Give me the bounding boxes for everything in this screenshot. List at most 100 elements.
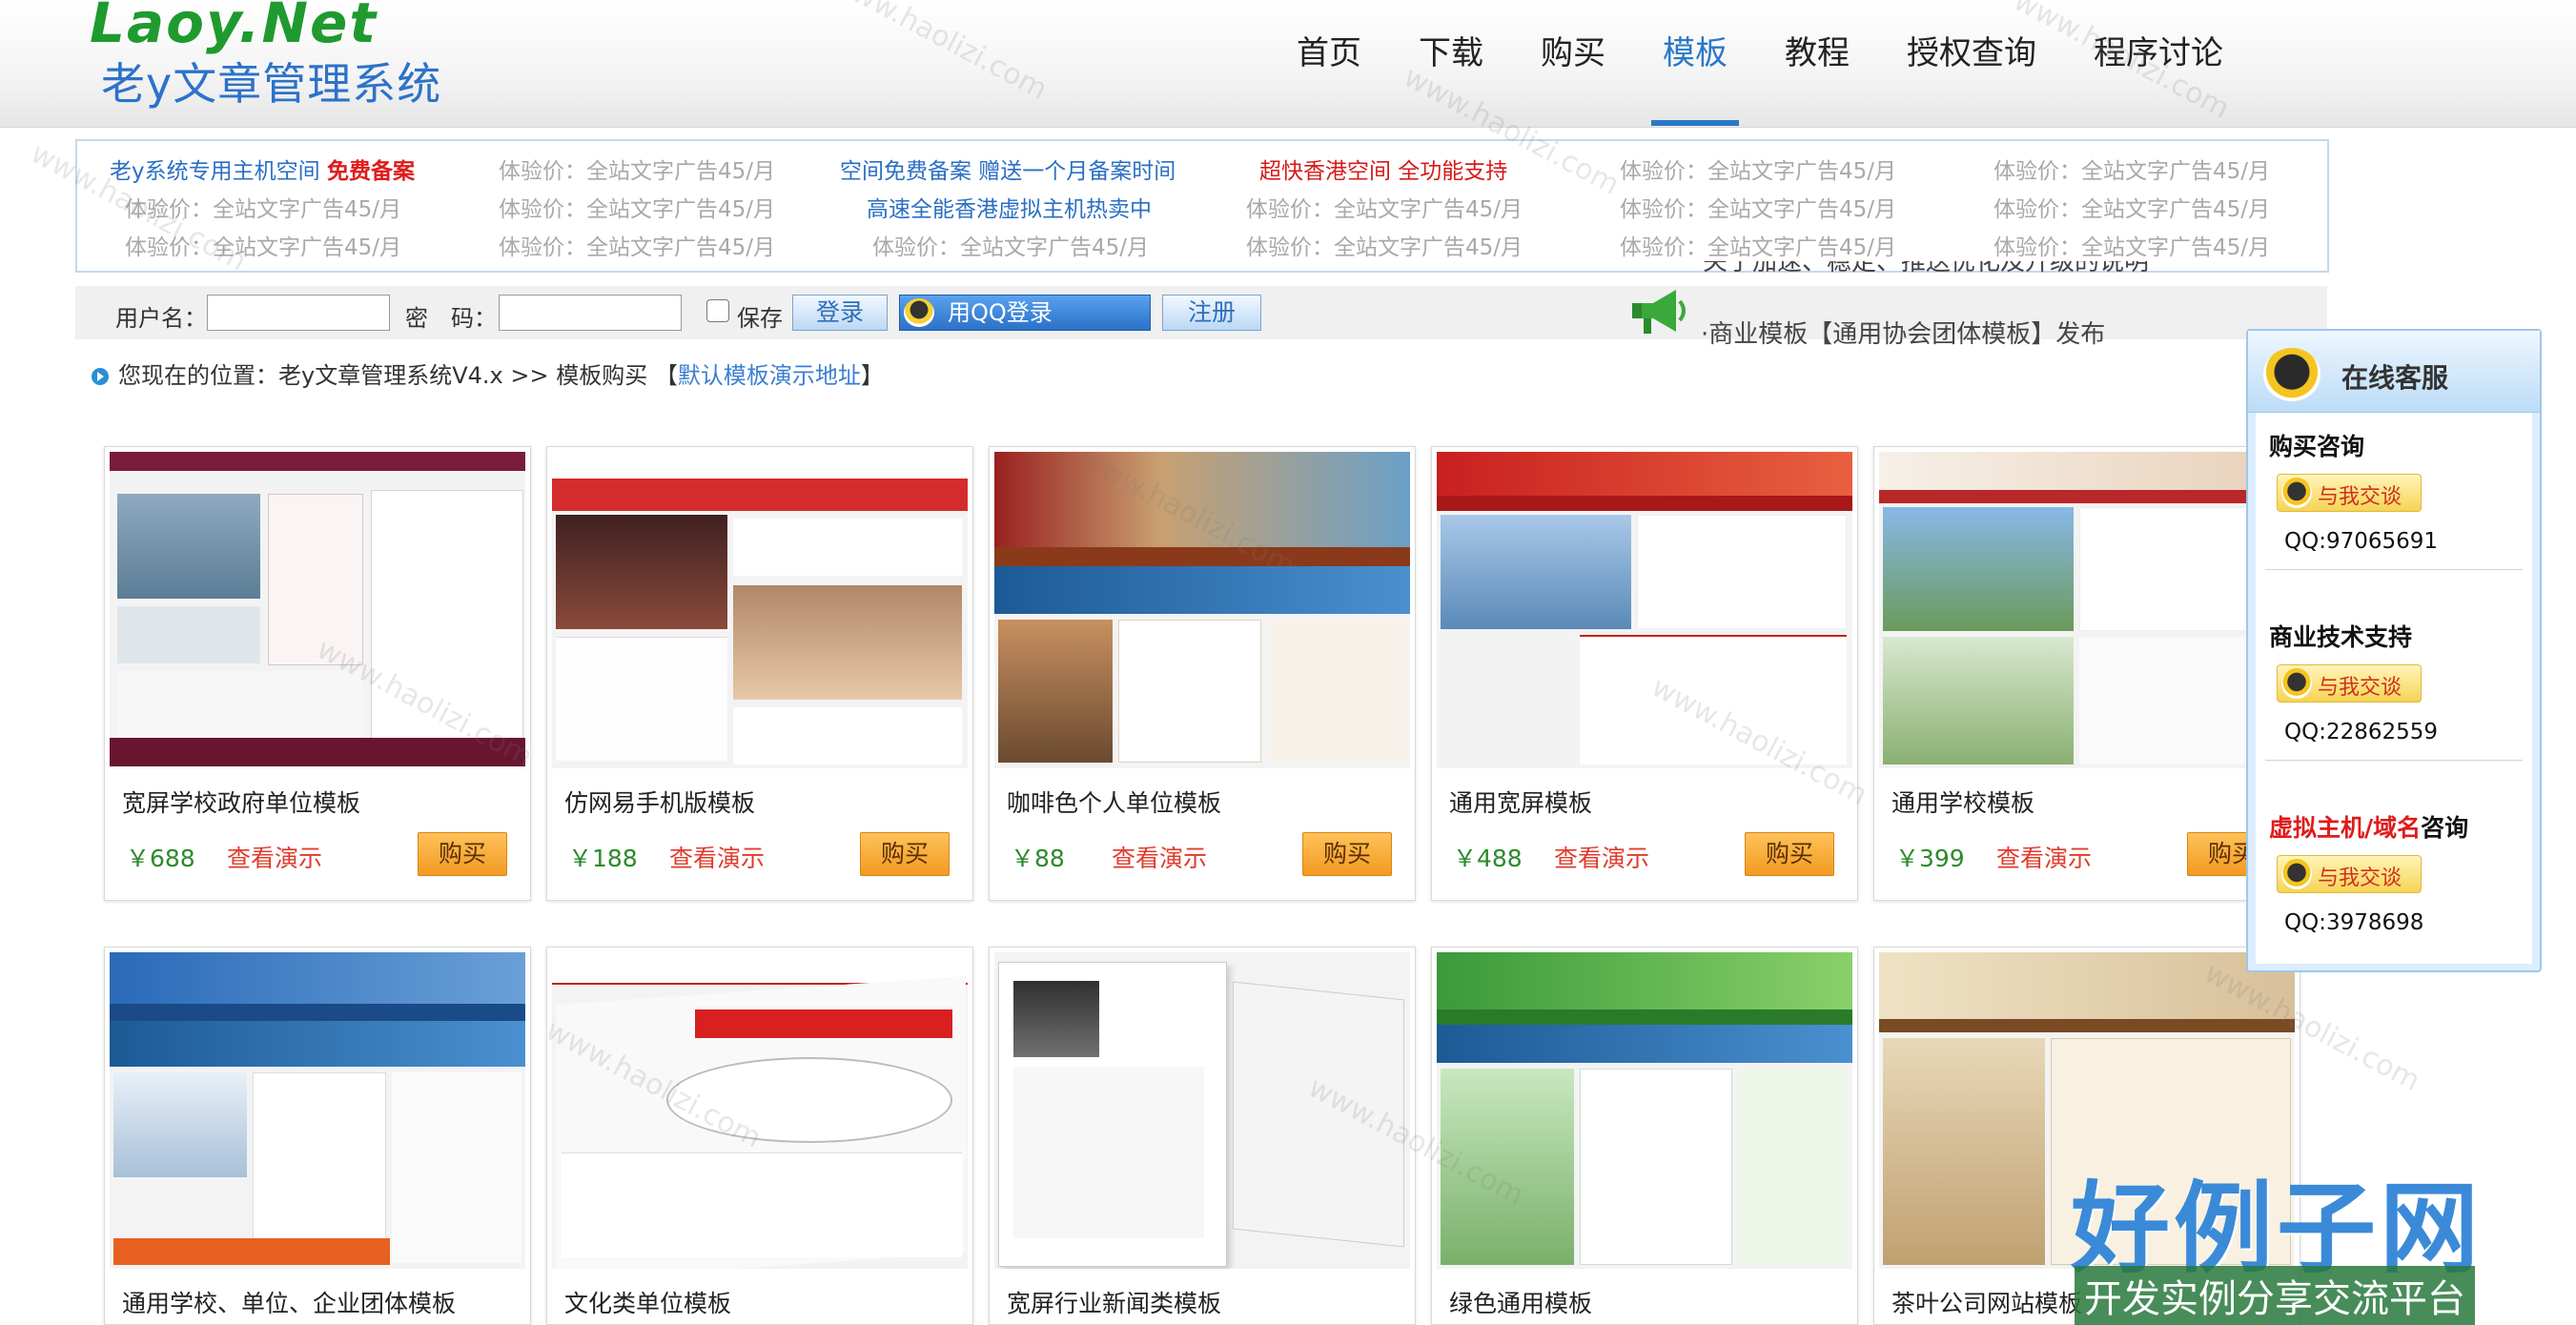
service-qq-number: QQ:97065691	[2284, 529, 2439, 554]
brand-watermark: 好例子网 开发实例分享交流平台	[2071, 1148, 2500, 1325]
template-thumbnail[interactable]	[552, 952, 968, 1269]
view-demo-link[interactable]: 查看演示	[1554, 840, 1649, 874]
qq-face-icon	[2281, 859, 2312, 889]
nav-buy[interactable]: 购买	[1512, 0, 1634, 128]
buy-button[interactable]: 购买	[860, 832, 950, 876]
template-thumbnail[interactable]	[1437, 952, 1852, 1269]
online-service-panel: 在线客服 购买咨询 与我交谈 QQ:97065691 商业技术支持 与我交谈 Q…	[2246, 329, 2542, 972]
template-thumbnail[interactable]	[552, 452, 968, 768]
nav-tutorials[interactable]: 教程	[1756, 0, 1878, 128]
chat-with-me-button[interactable]: 与我交谈	[2277, 474, 2422, 512]
logo-text-cn: 老y文章管理系统	[101, 58, 442, 110]
ad-link[interactable]: 空间免费备案 赠送一个月备案时间	[840, 153, 1176, 185]
ad-link[interactable]: 体验价：全站文字广告45/月	[1620, 229, 1896, 261]
ad-link[interactable]: 体验价：全站文字广告45/月	[1246, 229, 1523, 261]
buy-button[interactable]: 购买	[1745, 832, 1834, 876]
view-demo-link[interactable]: 查看演示	[1996, 840, 2092, 874]
template-title[interactable]: 通用学校模板	[1891, 785, 2034, 819]
chat-with-me-button[interactable]: 与我交谈	[2277, 664, 2422, 703]
template-thumbnail[interactable]	[994, 452, 1410, 768]
username-label: 用户名：	[115, 305, 207, 332]
login-button[interactable]: 登录	[792, 295, 888, 331]
ad-link[interactable]: 体验价：全站文字广告45/月	[872, 229, 1149, 261]
site-logo[interactable]: Laoy.Net 老y文章管理系统	[88, 0, 469, 114]
nav-download[interactable]: 下载	[1390, 0, 1512, 128]
view-demo-link[interactable]: 查看演示	[669, 840, 765, 874]
template-title[interactable]: 咖啡色个人单位模板	[1007, 785, 1221, 819]
buy-button[interactable]: 购买	[1302, 832, 1392, 876]
ad-link[interactable]: 超快香港空间 全功能支持	[1259, 153, 1507, 185]
service-group-name: 购买咨询	[2269, 433, 2365, 460]
ad-text: 老y系统专用主机空间	[110, 159, 327, 184]
demo-address-link[interactable]: 默认模板演示地址	[678, 362, 861, 389]
template-price: ￥488	[1453, 845, 1523, 872]
megaphone-icon	[1632, 290, 1686, 334]
qq-face-icon	[2281, 668, 2312, 699]
template-title[interactable]: 仿网易手机版模板	[564, 785, 755, 819]
remember-checkbox[interactable]	[706, 299, 729, 322]
ad-link[interactable]: 体验价：全站文字广告45/月	[499, 229, 775, 261]
template-thumbnail[interactable]	[1437, 452, 1852, 768]
template-card: 仿网易手机版模板 ￥188 查看演示 购买	[546, 446, 973, 901]
template-title[interactable]: 通用学校、单位、企业团体模板	[122, 1285, 456, 1319]
ad-link[interactable]: 体验价：全站文字广告45/月	[125, 229, 401, 261]
view-demo-link[interactable]: 查看演示	[1112, 840, 1207, 874]
template-thumbnail[interactable]	[110, 452, 525, 768]
ad-link[interactable]: 体验价：全站文字广告45/月	[1993, 153, 2270, 185]
ad-link[interactable]: 老y系统专用主机空间 免费备案	[110, 153, 415, 185]
view-demo-link[interactable]: 查看演示	[227, 840, 322, 874]
ad-link[interactable]: 体验价：全站文字广告45/月	[1993, 191, 2270, 223]
nav-license-query[interactable]: 授权查询	[1878, 0, 2065, 128]
ad-link[interactable]: 体验价：全站文字广告45/月	[499, 153, 775, 185]
notice-item[interactable]: 关于加速、稳定、推送优化及升级的说明	[1703, 261, 2149, 280]
notice-item[interactable]: ·商业模板【通用协会团体模板】发布	[1701, 315, 2105, 350]
brand-watermark-subtitle: 开发实例分享交流平台	[2075, 1266, 2475, 1325]
template-title[interactable]: 宽屏行业新闻类模板	[1007, 1285, 1221, 1319]
service-qq-number: QQ:3978698	[2284, 910, 2424, 935]
ad-link[interactable]: 体验价：全站文字广告45/月	[1620, 153, 1896, 185]
ad-link[interactable]: 体验价：全站文字广告45/月	[1246, 191, 1523, 223]
ad-highlight: 免费备案	[326, 159, 415, 184]
service-group-name-rest: 咨询	[2421, 814, 2469, 842]
ad-link[interactable]: 高速全能香港虚拟主机热卖中	[867, 191, 1152, 223]
register-button[interactable]: 注册	[1162, 295, 1261, 331]
nav-home[interactable]: 首页	[1268, 0, 1390, 128]
password-input[interactable]	[499, 295, 682, 331]
template-thumbnail[interactable]	[994, 952, 1410, 1269]
template-card: 通用宽屏模板 ￥488 查看演示 购买	[1431, 446, 1858, 901]
buy-button[interactable]: 购买	[418, 832, 507, 876]
qq-face-icon	[2281, 478, 2312, 508]
template-title[interactable]: 通用宽屏模板	[1449, 785, 1592, 819]
template-title[interactable]: 宽屏学校政府单位模板	[122, 785, 360, 819]
template-title[interactable]: 茶叶公司网站模板	[1891, 1285, 2082, 1319]
template-card: 通用学校模板 ￥399 查看演示 购买	[1873, 446, 2300, 901]
template-thumbnail[interactable]	[1879, 452, 2295, 768]
nav-forum[interactable]: 程序讨论	[2065, 0, 2252, 128]
text-ad-box: 老y系统专用主机空间 免费备案 体验价：全站文字广告45/月 空间免费备案 赠送…	[75, 139, 2329, 273]
qq-login-button[interactable]: 用QQ登录	[899, 295, 1151, 331]
username-input[interactable]	[207, 295, 390, 331]
qq-icon	[904, 298, 934, 327]
ad-link[interactable]: 体验价：全站文字广告45/月	[1620, 191, 1896, 223]
chat-label: 与我交谈	[2318, 676, 2402, 700]
template-card: 绿色通用模板	[1431, 947, 1858, 1325]
breadcrumb-text: 您现在的位置：老y文章管理系统V4.x >> 模板购买 【	[118, 362, 678, 389]
breadcrumb-text: 】	[860, 362, 884, 389]
template-price: ￥399	[1895, 845, 1965, 872]
template-price: ￥188	[568, 845, 638, 872]
template-title[interactable]: 文化类单位模板	[564, 1285, 731, 1319]
template-card: 咖啡色个人单位模板 ￥88 查看演示 购买	[989, 446, 1416, 901]
service-group-name: 商业技术支持	[2269, 623, 2413, 651]
service-group-name: 虚拟主机/域名咨询	[2269, 809, 2468, 844]
ad-link[interactable]: 体验价：全站文字广告45/月	[1993, 229, 2270, 261]
template-title[interactable]: 绿色通用模板	[1449, 1285, 1592, 1319]
nav-templates[interactable]: 模板	[1634, 0, 1756, 128]
divider	[2265, 569, 2523, 570]
breadcrumb: 您现在的位置：老y文章管理系统V4.x >> 模板购买 【默认模板演示地址】	[92, 357, 884, 390]
remember-label: 保存	[737, 305, 783, 332]
ad-link[interactable]: 体验价：全站文字广告45/月	[499, 191, 775, 223]
chat-with-me-button[interactable]: 与我交谈	[2277, 855, 2422, 893]
ad-link[interactable]: 体验价：全站文字广告45/月	[125, 191, 401, 223]
qq-login-label: 用QQ登录	[948, 299, 1053, 326]
template-thumbnail[interactable]	[110, 952, 525, 1269]
